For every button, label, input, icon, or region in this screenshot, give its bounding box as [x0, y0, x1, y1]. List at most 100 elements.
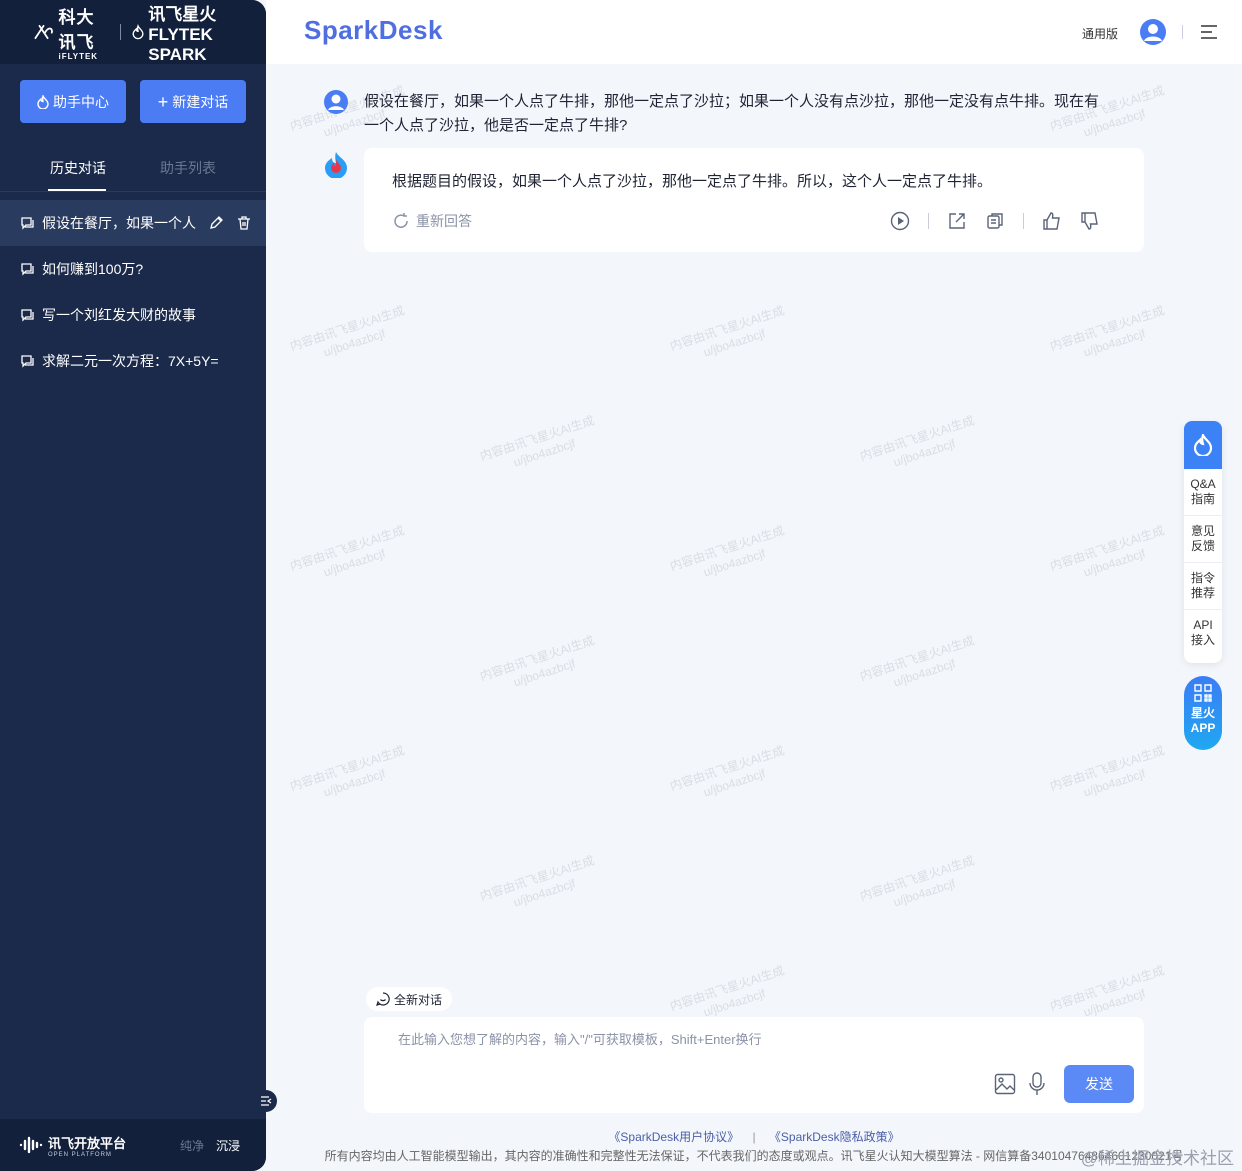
regenerate-label: 重新回答: [416, 213, 472, 229]
qr-code-icon: [1194, 684, 1212, 702]
sidebar-tabs: 历史对话 助手列表: [0, 144, 266, 192]
new-chat-button[interactable]: + 新建对话: [140, 80, 246, 123]
chat-bubble-icon: [21, 309, 34, 322]
thumbs-up-icon[interactable]: [1042, 211, 1062, 231]
sound-wave-icon: [19, 1136, 43, 1154]
history-item[interactable]: 如何赚到100万?: [0, 246, 266, 292]
top-header: SparkDesk 通用版: [266, 0, 1242, 64]
brand-title[interactable]: SparkDesk: [304, 15, 443, 46]
play-icon[interactable]: [890, 211, 910, 231]
tab-history[interactable]: 历史对话: [50, 158, 106, 178]
spark-flame-icon: [132, 24, 144, 40]
toolbar-divider: [1023, 213, 1024, 229]
chat-input-box: 发送: [364, 1017, 1144, 1113]
spark-logo[interactable]: 讯飞星火FLYTEK SPARK: [132, 0, 266, 65]
sidebar-logo-bar: 科大讯飞 iFLYTEK 讯飞星火FLYTEK SPARK: [0, 0, 266, 64]
spark-bot-avatar: [325, 152, 347, 178]
history-item-label: 如何赚到100万?: [42, 261, 144, 277]
copy-icon[interactable]: [985, 211, 1005, 231]
corner-watermark: @稀土掘金技术社区: [1080, 1149, 1234, 1168]
history-item-actions: [208, 215, 252, 231]
assistant-center-button[interactable]: 助手中心: [20, 80, 126, 123]
user-avatar-icon[interactable]: [1140, 19, 1166, 45]
thumbs-down-icon[interactable]: [1080, 211, 1100, 231]
header-divider: [1182, 25, 1183, 39]
feedback-link[interactable]: 意见 反馈: [1184, 516, 1222, 563]
watermark: 内容由讯飞星火AI生成u/jbo4azbcjf: [288, 743, 407, 800]
watermark: 内容由讯飞星火AI生成u/jbo4azbcjf: [858, 633, 977, 690]
logo-divider: [119, 24, 121, 40]
regenerate-button[interactable]: 重新回答: [392, 211, 472, 231]
reply-toolbar: [890, 211, 1100, 231]
spark-app-button[interactable]: 星火 APP: [1184, 676, 1222, 750]
watermark: 内容由讯飞星火AI生成u/jbo4azbcjf: [668, 303, 787, 360]
iflytek-mark-icon: [34, 24, 53, 40]
image-upload-icon[interactable]: [994, 1073, 1016, 1095]
chat-input[interactable]: [398, 1032, 998, 1047]
history-item-label: 求解二元一次方程：7X+5Y=: [42, 353, 219, 369]
float-spark-button[interactable]: [1184, 421, 1222, 469]
watermark: 内容由讯飞星火AI生成u/jbo4azbcjf: [288, 523, 407, 580]
open-platform-logo[interactable]: 讯飞开放平台 OPEN PLATFORM: [18, 1133, 126, 1158]
app-label-2: APP: [1190, 721, 1216, 735]
chat-bubble-icon: [21, 217, 34, 230]
collapse-icon: [261, 1096, 272, 1106]
watermark: 内容由讯飞星火AI生成u/jbo4azbcjf: [858, 413, 977, 470]
bot-reply-card: 根据题目的假设，如果一个人点了沙拉，那他一定点了牛排。所以，这个人一定点了牛排。…: [364, 148, 1144, 252]
watermark: 内容由讯飞星火AI生成u/jbo4azbcjf: [1048, 523, 1167, 580]
watermark: 内容由讯飞星火AI生成u/jbo4azbcjf: [668, 743, 787, 800]
watermark: 内容由讯飞星火AI生成u/jbo4azbcjf: [1048, 743, 1167, 800]
watermark: 内容由讯飞星火AI生成u/jbo4azbcjf: [478, 413, 597, 470]
history-item-label: 写一个刘红发大财的故事: [42, 307, 196, 323]
assistant-center-label: 助手中心: [53, 93, 109, 110]
share-icon[interactable]: [947, 211, 967, 231]
delete-icon[interactable]: [236, 215, 252, 231]
sidebar: 科大讯飞 iFLYTEK 讯飞星火FLYTEK SPARK 助手中心 + 新建对话…: [0, 0, 266, 1171]
watermark: 内容由讯飞星火AI生成u/jbo4azbcjf: [478, 853, 597, 910]
help-float-panel: Q&A 指南 意见 反馈 指令 推荐 API 接入: [1184, 421, 1222, 663]
send-button[interactable]: 发送: [1064, 1065, 1134, 1103]
chat-bubble-icon: [21, 355, 34, 368]
watermark: 内容由讯飞星火AI生成u/jbo4azbcjf: [288, 303, 407, 360]
history-item[interactable]: 写一个刘红发大财的故事: [0, 292, 266, 338]
sidebar-footer: 讯飞开放平台 OPEN PLATFORM 纯净 沉浸: [0, 1119, 266, 1171]
fresh-chat-button[interactable]: 全新对话: [366, 987, 453, 1011]
user-agreement-link[interactable]: 《SparkDesk用户协议》: [608, 1130, 739, 1144]
sidebar-collapse-button[interactable]: [255, 1090, 277, 1112]
flame-small-icon: [37, 94, 49, 109]
mode-pure[interactable]: 纯净: [180, 1137, 204, 1154]
mode-switch: 纯净 沉浸: [180, 1137, 240, 1154]
plus-icon: +: [157, 91, 169, 112]
fresh-chat-label: 全新对话: [394, 992, 443, 1007]
privacy-policy-link[interactable]: 《SparkDesk隐私政策》: [769, 1130, 900, 1144]
sidebar-actions: 助手中心 + 新建对话: [20, 80, 246, 123]
iflytek-logo[interactable]: 科大讯飞 iFLYTEK: [34, 3, 108, 61]
new-chat-label: 新建对话: [172, 93, 229, 110]
chat-bubble-icon: [21, 263, 34, 276]
microphone-icon[interactable]: [1028, 1072, 1046, 1096]
refresh-icon: [394, 213, 408, 228]
spark-flame-icon: [1193, 434, 1213, 456]
bot-message: 根据题目的假设，如果一个人点了沙拉，那他一定点了牛排。所以，这个人一定点了牛排。: [392, 173, 993, 190]
api-access-link[interactable]: API 接入: [1184, 610, 1222, 656]
watermark: 内容由讯飞星火AI生成u/jbo4azbcjf: [478, 633, 597, 690]
watermark: 内容由讯飞星火AI生成u/jbo4azbcjf: [668, 523, 787, 580]
user-message: 假设在餐厅，如果一个人点了牛排，那他一定点了沙拉；如果一个人没有点沙拉，那他一定…: [364, 93, 1100, 134]
watermark: 内容由讯飞星火AI生成u/jbo4azbcjf: [858, 853, 977, 910]
mode-immersive[interactable]: 沉浸: [216, 1137, 240, 1154]
user-message-avatar: [324, 90, 348, 114]
watermark: 内容由讯飞星火AI生成u/jbo4azbcjf: [1048, 303, 1167, 360]
app-label-1: 星火: [1190, 706, 1215, 720]
chat-circle-icon: [376, 992, 390, 1006]
toolbar-divider: [928, 213, 929, 229]
history-item[interactable]: 求解二元一次方程：7X+5Y=: [0, 338, 266, 384]
history-item-active[interactable]: 假设在餐厅，如果一个人: [0, 200, 266, 246]
active-tab-indicator: [48, 189, 106, 191]
tab-assistants[interactable]: 助手列表: [160, 158, 216, 178]
version-label[interactable]: 通用版: [1082, 25, 1118, 42]
prompt-recommend-link[interactable]: 指令 推荐: [1184, 563, 1222, 610]
qa-guide-link[interactable]: Q&A 指南: [1184, 469, 1222, 516]
edit-icon[interactable]: [208, 215, 224, 231]
footer-links: 《SparkDesk用户协议》 | 《SparkDesk隐私政策》: [266, 1128, 1242, 1145]
menu-icon[interactable]: [1200, 24, 1218, 40]
